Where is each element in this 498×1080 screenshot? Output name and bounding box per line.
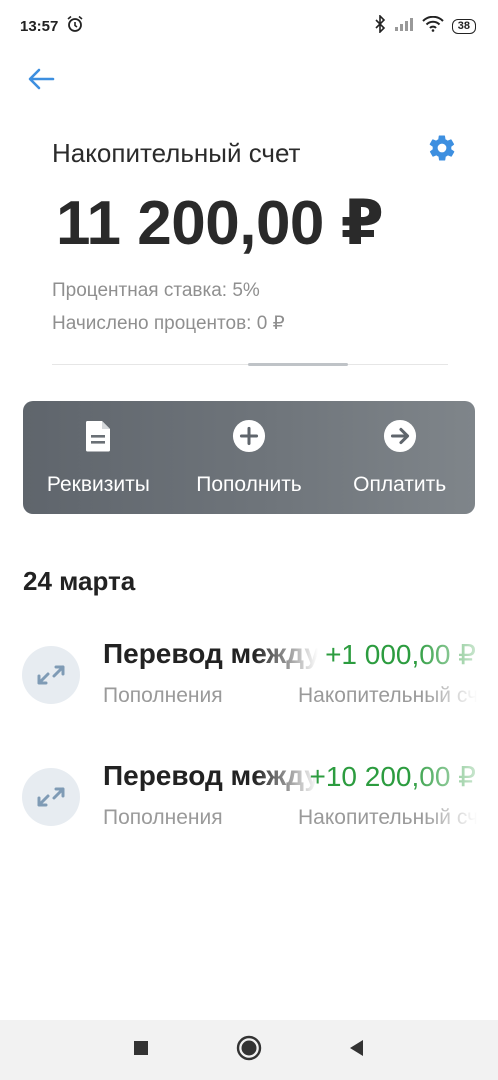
transfer-arrows-icon bbox=[22, 646, 80, 704]
transaction-title: Перевод между счетами bbox=[103, 760, 318, 791]
back-button[interactable] bbox=[24, 64, 58, 98]
settings-button[interactable] bbox=[424, 132, 460, 168]
transaction-account: Накопительный счет bbox=[298, 806, 478, 829]
account-balance: 11 200,00 ₽ bbox=[56, 189, 384, 258]
accrued-interest: Начислено процентов: 0 ₽ bbox=[52, 313, 285, 334]
requisites-button[interactable]: Реквизиты bbox=[23, 401, 174, 514]
system-back-button[interactable] bbox=[339, 1032, 375, 1068]
document-icon bbox=[81, 419, 115, 453]
interest-rate: Процентная ставка: 5% bbox=[52, 280, 260, 301]
recent-apps-button[interactable] bbox=[123, 1032, 159, 1068]
top-up-button[interactable]: Пополнить bbox=[174, 401, 325, 514]
status-bar: 13:57 38 bbox=[0, 0, 498, 52]
page-title: Накопительный счет bbox=[52, 138, 301, 168]
triangle-back-icon bbox=[348, 1039, 366, 1062]
cell-signal-icon bbox=[394, 16, 414, 36]
transaction-row[interactable]: Перевод между счетами +10 200,00 ₽ Попол… bbox=[0, 750, 498, 850]
alarm-clock-icon bbox=[66, 15, 84, 37]
action-panel: Реквизиты Пополнить Оплатить bbox=[23, 401, 475, 514]
home-button[interactable] bbox=[231, 1032, 267, 1068]
transfer-arrows-icon bbox=[22, 768, 80, 826]
bluetooth-icon bbox=[374, 14, 386, 37]
plus-circle-icon bbox=[232, 419, 266, 453]
status-time: 13:57 bbox=[20, 17, 59, 35]
system-nav-bar bbox=[0, 1020, 498, 1080]
transaction-amount: +1 000,00 ₽ bbox=[325, 639, 476, 670]
square-icon bbox=[133, 1040, 149, 1061]
page-indicator bbox=[248, 363, 348, 366]
pay-label: Оплатить bbox=[353, 473, 447, 496]
circle-icon bbox=[236, 1035, 262, 1066]
transaction-row[interactable]: Перевод между счетами +1 000,00 ₽ Пополн… bbox=[0, 628, 498, 728]
gear-icon bbox=[427, 133, 457, 168]
transaction-category: Пополнения bbox=[103, 806, 223, 829]
arrow-right-circle-icon bbox=[383, 419, 417, 453]
requisites-label: Реквизиты bbox=[46, 473, 150, 496]
pay-button[interactable]: Оплатить bbox=[324, 401, 475, 514]
arrow-left-icon bbox=[27, 67, 55, 96]
transaction-title: Перевод между счетами bbox=[103, 638, 318, 669]
wifi-icon bbox=[422, 15, 444, 36]
transaction-account: Накопительный счет bbox=[298, 684, 478, 707]
transaction-amount: +10 200,00 ₽ bbox=[309, 761, 476, 792]
top-up-label: Пополнить bbox=[196, 473, 302, 496]
battery-indicator: 38 bbox=[451, 18, 476, 34]
date-header: 24 марта bbox=[23, 566, 136, 596]
transaction-category: Пополнения bbox=[103, 684, 223, 707]
